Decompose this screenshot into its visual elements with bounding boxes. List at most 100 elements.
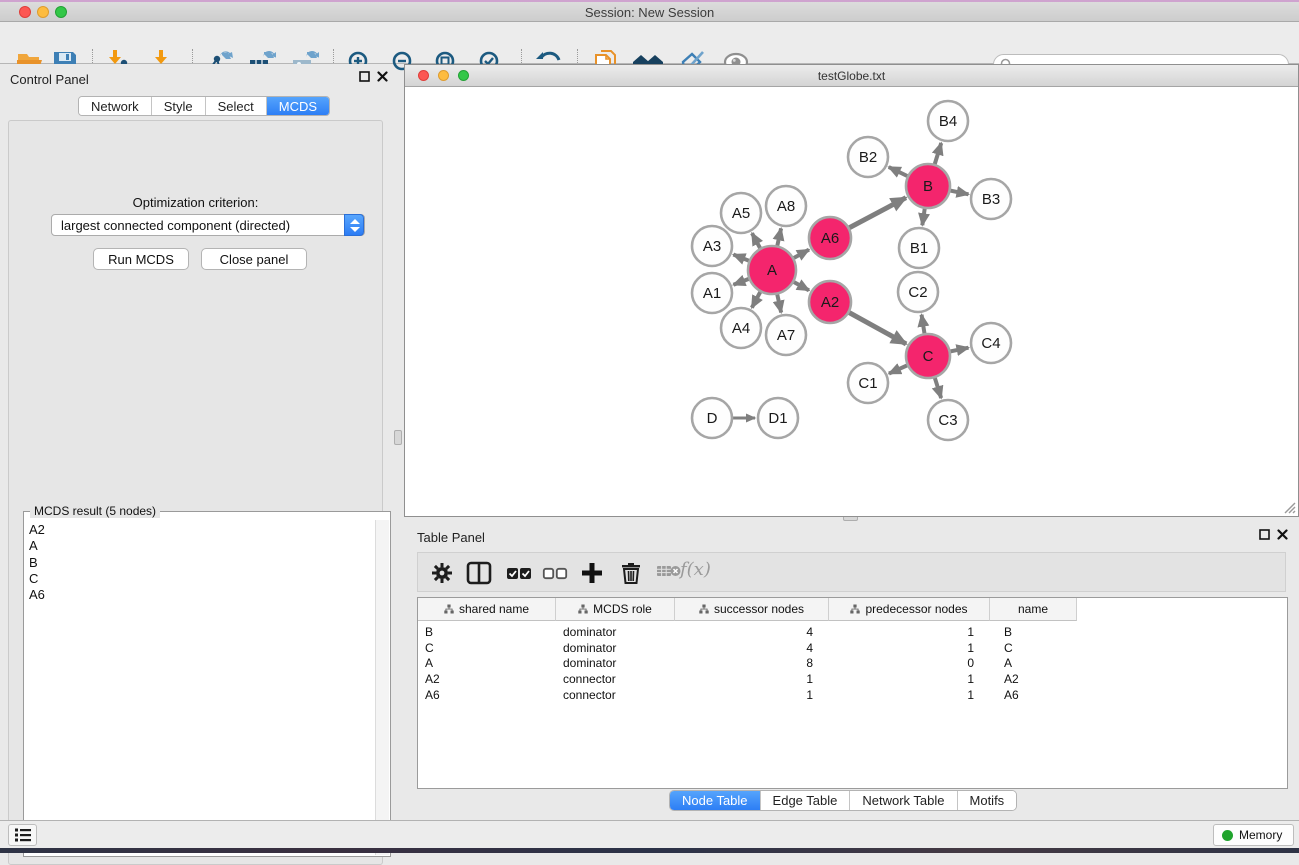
node-table[interactable]: shared nameMCDS rolesuccessor nodes prede…	[417, 597, 1288, 789]
mcds-result-item[interactable]: B	[29, 555, 371, 571]
tab-mcds[interactable]: MCDS	[266, 97, 329, 115]
column-header-label: name	[1018, 602, 1048, 616]
column-header-successor-nodes[interactable]: successor nodes	[675, 598, 829, 621]
dropdown-stepper-icon[interactable]	[344, 214, 364, 236]
mcds-panel: Optimization criterion: largest connecte…	[8, 120, 383, 865]
show-columns-icon[interactable]	[466, 561, 492, 585]
graph-node-D[interactable]: D	[692, 398, 732, 438]
graph-node-A1[interactable]: A1	[692, 273, 732, 313]
tab-motifs[interactable]: Motifs	[957, 791, 1017, 810]
table-cell: 1	[829, 625, 990, 639]
delete-row-icon[interactable]	[620, 561, 642, 585]
svg-text:A3: A3	[703, 238, 721, 255]
optimization-criterion-label: Optimization criterion:	[9, 195, 382, 210]
table-row[interactable]: Bdominator41B	[418, 624, 1287, 640]
table-cell: B	[990, 625, 1077, 639]
graph-node-C3[interactable]: C3	[928, 400, 968, 440]
graph-node-B1[interactable]: B1	[899, 228, 939, 268]
close-panel-button[interactable]: Close panel	[201, 248, 307, 270]
table-cell: 8	[675, 656, 829, 670]
network-graph-canvas[interactable]: A A1 A2 A3 A4 A5 A6 A7 A8 B B1 B2 B3B4 C C1 C2 C3 C4 D D1	[406, 88, 1297, 516]
tab-edge-table[interactable]: Edge Table	[760, 791, 850, 810]
graph-node-A6[interactable]: A6	[809, 217, 851, 259]
graph-node-B4[interactable]: B4	[928, 101, 968, 141]
table-cell: A	[990, 656, 1077, 670]
graph-node-C4[interactable]: C4	[971, 323, 1011, 363]
graph-node-A5[interactable]: A5	[721, 193, 761, 233]
deselect-all-icon[interactable]	[542, 561, 568, 585]
tab-network-table[interactable]: Network Table	[849, 791, 956, 810]
table-row[interactable]: Cdominator41C	[418, 640, 1287, 656]
mcds-result-title: MCDS result (5 nodes)	[30, 504, 160, 518]
graph-node-C1[interactable]: C1	[848, 363, 888, 403]
graph-node-C2[interactable]: C2	[898, 272, 938, 312]
delete-table-icon[interactable]	[656, 561, 682, 581]
memory-label: Memory	[1239, 828, 1282, 842]
column-type-icon	[699, 604, 709, 614]
tab-style[interactable]: Style	[151, 97, 205, 115]
svg-text:A1: A1	[703, 285, 721, 302]
table-header-row: shared nameMCDS rolesuccessor nodes prede…	[418, 598, 1077, 621]
table-cell: A	[418, 656, 556, 670]
svg-text:D1: D1	[768, 410, 787, 427]
function-builder-icon[interactable]: f(x)	[680, 559, 711, 580]
add-row-icon[interactable]	[580, 561, 604, 585]
column-header-name[interactable]: name	[990, 598, 1077, 621]
criterion-value: largest connected component (directed)	[61, 218, 290, 233]
graph-node-B3[interactable]: B3	[971, 179, 1011, 219]
vertical-splitter-handle[interactable]	[394, 430, 402, 445]
network-view-window: testGlobe.txt AA1A2A3A4A5A6A7A8BB1B2B3B4…	[404, 64, 1299, 517]
select-all-icon[interactable]	[506, 561, 532, 585]
mcds-result-item[interactable]: A6	[29, 587, 371, 603]
svg-text:A: A	[767, 262, 777, 279]
mcds-result-item[interactable]: C	[29, 571, 371, 587]
status-bar: Memory	[0, 820, 1299, 848]
mcds-result-list[interactable]: A2ABCA6	[25, 520, 375, 855]
svg-text:A5: A5	[732, 205, 750, 222]
table-cell: 0	[829, 656, 990, 670]
tab-select[interactable]: Select	[205, 97, 266, 115]
float-panel-icon[interactable]	[1259, 529, 1270, 540]
mcds-result-group: MCDS result (5 nodes) A2ABCA6	[23, 511, 391, 857]
tab-node-table[interactable]: Node Table	[670, 791, 760, 810]
close-panel-icon[interactable]	[1277, 529, 1288, 540]
svg-text:B: B	[923, 178, 933, 195]
svg-text:C3: C3	[938, 412, 957, 429]
settings-gear-icon[interactable]	[430, 561, 454, 585]
column-header-MCDS-role[interactable]: MCDS role	[556, 598, 675, 621]
float-panel-icon[interactable]	[359, 71, 370, 82]
graph-node-B2[interactable]: B2	[848, 137, 888, 177]
criterion-dropdown[interactable]: largest connected component (directed)	[51, 214, 365, 236]
table-panel-title: Table Panel	[417, 530, 485, 545]
graph-node-A3[interactable]: A3	[692, 226, 732, 266]
table-row[interactable]: A2connector11A2	[418, 671, 1287, 687]
table-cell: 1	[675, 688, 829, 702]
graph-node-C[interactable]: C	[906, 334, 950, 378]
vertical-scrollbar[interactable]	[375, 520, 389, 855]
mcds-result-item[interactable]: A2	[29, 522, 371, 538]
column-header-label: predecessor nodes	[865, 602, 967, 616]
graph-node-D1[interactable]: D1	[758, 398, 798, 438]
mcds-result-item[interactable]: A	[29, 538, 371, 554]
graph-node-A[interactable]: A	[748, 246, 796, 294]
column-header-shared-name[interactable]: shared name	[418, 598, 556, 621]
graph-node-A2[interactable]: A2	[809, 281, 851, 323]
list-icon	[14, 827, 32, 843]
tab-network[interactable]: Network	[79, 97, 151, 115]
graph-node-A4[interactable]: A4	[721, 308, 761, 348]
table-row[interactable]: A6connector11A6	[418, 687, 1287, 703]
graph-node-A7[interactable]: A7	[766, 315, 806, 355]
control-panel-title: Control Panel	[10, 72, 89, 87]
table-row[interactable]: Adominator80A	[418, 656, 1287, 672]
close-panel-icon[interactable]	[377, 71, 388, 82]
memory-button[interactable]: Memory	[1213, 824, 1294, 846]
graph-node-B[interactable]: B	[906, 164, 950, 208]
graph-node-A8[interactable]: A8	[766, 186, 806, 226]
titlebar: Session: New Session	[0, 2, 1299, 22]
column-header-predecessor-nodes[interactable]: predecessor nodes	[829, 598, 990, 621]
task-history-button[interactable]	[8, 824, 37, 846]
table-cell: B	[418, 625, 556, 639]
svg-text:B2: B2	[859, 149, 877, 166]
resize-grip-icon[interactable]	[1282, 500, 1296, 514]
run-mcds-button[interactable]: Run MCDS	[93, 248, 189, 270]
